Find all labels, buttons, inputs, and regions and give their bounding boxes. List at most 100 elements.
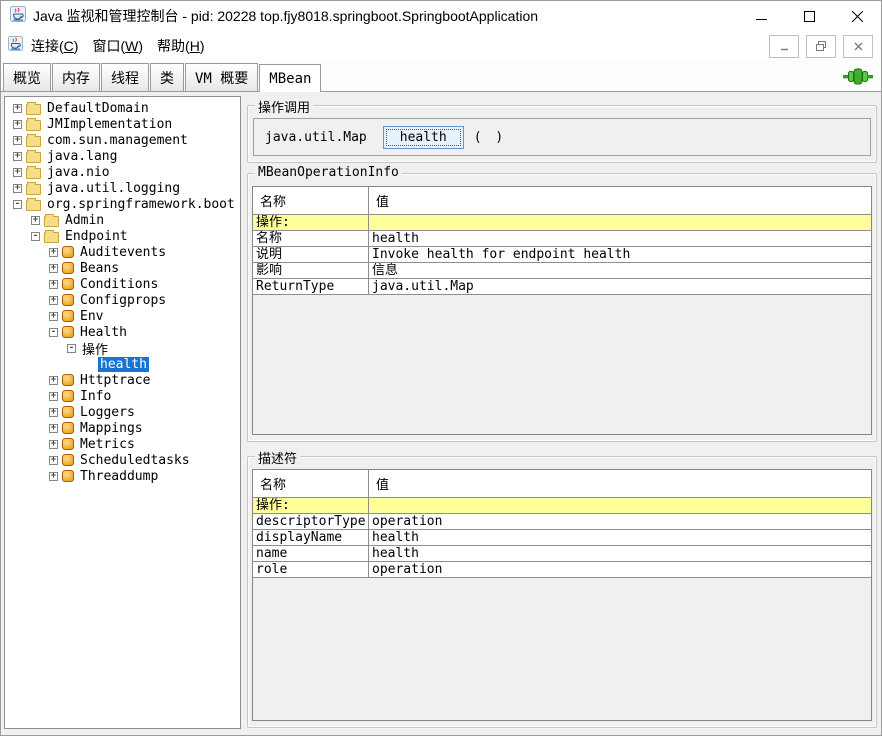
tree-toggle-icon[interactable] xyxy=(13,120,22,129)
table-row[interactable]: descriptorType operation xyxy=(253,514,871,530)
tree-item[interactable]: Auditevents xyxy=(5,244,240,260)
table-row[interactable]: displayName health xyxy=(253,530,871,546)
tree-item[interactable]: health xyxy=(5,356,240,372)
inner-window-controls xyxy=(762,35,881,58)
table-body: 操作: descriptorType operation displayName xyxy=(253,498,871,578)
table-row[interactable]: 说明 Invoke health for endpoint health xyxy=(253,247,871,263)
tree-item[interactable]: DefaultDomain xyxy=(5,100,240,116)
table-row[interactable]: 名称 health xyxy=(253,231,871,247)
tree-item[interactable]: JMImplementation xyxy=(5,116,240,132)
tree-item[interactable]: Env xyxy=(5,308,240,324)
tabs: 概览 内存 线程 类 VM 概要 MBean xyxy=(3,63,322,91)
health-operation-button[interactable]: health xyxy=(383,126,464,149)
tree-toggle-icon[interactable] xyxy=(13,136,22,145)
column-header-value[interactable]: 值 xyxy=(369,187,871,214)
close-button[interactable] xyxy=(833,1,881,31)
inner-minimize-button[interactable] xyxy=(769,35,799,58)
tree-toggle-icon[interactable] xyxy=(49,248,58,257)
inner-restore-button[interactable] xyxy=(806,35,836,58)
tree-toggle-icon[interactable] xyxy=(49,328,58,337)
tree-item[interactable]: Configprops xyxy=(5,292,240,308)
table-row[interactable]: ReturnType java.util.Map xyxy=(253,279,871,295)
tree-item[interactable]: Conditions xyxy=(5,276,240,292)
tree-item[interactable]: Mappings xyxy=(5,420,240,436)
tree-toggle-icon[interactable] xyxy=(49,408,58,417)
tree-node-label: Beans xyxy=(78,261,121,276)
tab[interactable]: VM 概要 xyxy=(185,63,258,91)
tree-node-icon xyxy=(26,200,41,211)
tab[interactable]: 内存 xyxy=(52,63,100,91)
tab[interactable]: 线程 xyxy=(101,63,149,91)
operation-invoke-group: 操作调用 java.util.Map health ( ) xyxy=(247,105,877,163)
titlebar: Java 监视和管理控制台 - pid: 20228 top.fjy8018.s… xyxy=(1,1,881,31)
row-value-cell xyxy=(369,215,871,230)
tree-item[interactable]: Scheduledtasks xyxy=(5,452,240,468)
table-row[interactable]: 操作: xyxy=(253,215,871,231)
jconsole-window: Java 监视和管理控制台 - pid: 20228 top.fjy8018.s… xyxy=(0,0,882,736)
tree-toggle-icon[interactable] xyxy=(31,232,40,241)
minimize-button[interactable] xyxy=(737,1,785,31)
tree-item[interactable]: Admin xyxy=(5,212,240,228)
maximize-button[interactable] xyxy=(785,1,833,31)
column-header-name[interactable]: 名称 xyxy=(253,470,369,497)
table-row[interactable]: role operation xyxy=(253,562,871,578)
tree-item[interactable]: Health xyxy=(5,324,240,340)
inner-close-button[interactable] xyxy=(843,35,873,58)
table-row[interactable]: name health xyxy=(253,546,871,562)
tree-toggle-icon[interactable] xyxy=(49,280,58,289)
menu-item[interactable]: 帮助(H) xyxy=(151,33,210,59)
column-header-name[interactable]: 名称 xyxy=(253,187,369,214)
tree-toggle-icon[interactable] xyxy=(13,168,22,177)
tree-toggle-icon[interactable] xyxy=(49,312,58,321)
tree-node-label: Scheduledtasks xyxy=(78,453,192,468)
tree-toggle-icon[interactable] xyxy=(49,440,58,449)
tree-item[interactable]: Info xyxy=(5,388,240,404)
row-value-cell: java.util.Map xyxy=(369,279,871,294)
tree-toggle-icon[interactable] xyxy=(13,200,22,209)
tree-item[interactable]: Endpoint xyxy=(5,228,240,244)
tree-toggle-icon[interactable] xyxy=(49,472,58,481)
tree-item[interactable]: com.sun.management xyxy=(5,132,240,148)
tree-toggle-icon[interactable] xyxy=(49,392,58,401)
connection-plug-icon xyxy=(843,68,873,90)
tree-toggle-icon[interactable] xyxy=(13,152,22,161)
tab[interactable]: 概览 xyxy=(3,63,51,91)
tree-toggle-icon[interactable] xyxy=(49,264,58,273)
table-row[interactable]: 操作: xyxy=(253,498,871,514)
tab[interactable]: MBean xyxy=(259,64,321,92)
tree-item[interactable]: Httptrace xyxy=(5,372,240,388)
tree-node-icon xyxy=(26,184,41,195)
tree-toggle-icon[interactable] xyxy=(49,376,58,385)
tree-toggle-icon[interactable] xyxy=(31,216,40,225)
tree-toggle-icon[interactable] xyxy=(67,344,76,353)
table-row[interactable]: 影响 信息 xyxy=(253,263,871,279)
tree-item[interactable]: Loggers xyxy=(5,404,240,420)
descriptor-group: 描述符 名称 值 操作: xyxy=(247,456,877,728)
menu-item[interactable]: 窗口(W) xyxy=(86,33,149,59)
column-header-value[interactable]: 值 xyxy=(369,470,871,497)
tree-item[interactable]: java.lang xyxy=(5,148,240,164)
tree-item[interactable]: 操作 xyxy=(5,340,240,356)
tree-item[interactable]: Metrics xyxy=(5,436,240,452)
menu-item[interactable]: 连接(C) xyxy=(25,33,84,59)
tree-item[interactable]: java.util.logging xyxy=(5,180,240,196)
tree-toggle-icon[interactable] xyxy=(49,296,58,305)
tree-toggle-icon[interactable] xyxy=(13,104,22,113)
tree-node-icon xyxy=(62,246,74,258)
operation-info-group: MBeanOperationInfo 名称 值 操作: xyxy=(247,173,877,442)
tree-toggle-icon[interactable] xyxy=(49,456,58,465)
tree-node-label: com.sun.management xyxy=(45,133,190,148)
tab[interactable]: 类 xyxy=(150,63,184,91)
row-value-cell: operation xyxy=(369,514,871,529)
tree-node-icon xyxy=(62,278,74,290)
tree-node-icon xyxy=(62,374,74,386)
tree-item[interactable]: Threaddump xyxy=(5,468,240,484)
tree-node-icon xyxy=(62,438,74,450)
tree-node-label: Httptrace xyxy=(78,373,152,388)
tree-item[interactable]: java.nio xyxy=(5,164,240,180)
tree-toggle-icon[interactable] xyxy=(49,424,58,433)
mbean-tab-content: DefaultDomain JMImplementation com.sun.m… xyxy=(1,93,881,735)
tree-item[interactable]: Beans xyxy=(5,260,240,276)
tree-toggle-icon[interactable] xyxy=(13,184,22,193)
tree-item[interactable]: org.springframework.boot xyxy=(5,196,240,212)
